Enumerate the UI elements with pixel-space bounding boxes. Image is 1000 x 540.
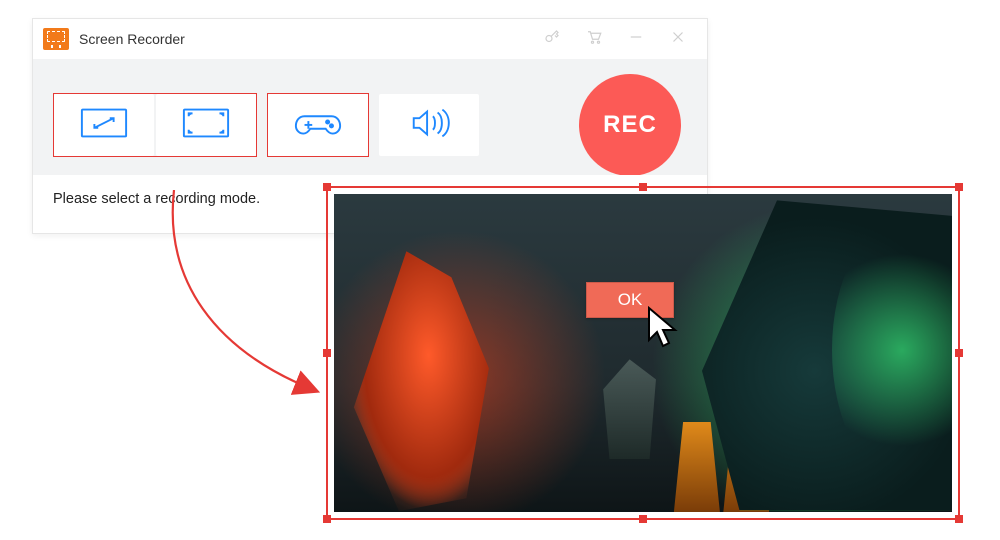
resize-handle-br[interactable] [955, 515, 963, 523]
resize-handle-tr[interactable] [955, 183, 963, 191]
region-select-icon [79, 106, 129, 145]
close-icon [669, 28, 687, 51]
resize-handle-tm[interactable] [639, 183, 647, 191]
cart-icon [585, 28, 603, 51]
mode-toolbar: REC [33, 59, 707, 175]
region-mode-group [53, 93, 257, 157]
resize-handle-ml[interactable] [323, 349, 331, 357]
capture-selection[interactable] [326, 186, 960, 520]
resize-handle-mr[interactable] [955, 349, 963, 357]
ok-button[interactable]: OK [586, 282, 674, 318]
audio-mode-button[interactable] [379, 94, 479, 156]
record-label: REC [603, 111, 657, 139]
region-mode-button[interactable] [54, 94, 154, 156]
store-button[interactable] [573, 19, 615, 59]
resize-handle-bm[interactable] [639, 515, 647, 523]
captured-content-preview [334, 194, 952, 512]
activate-key-button[interactable] [531, 19, 573, 59]
speaker-icon [408, 106, 450, 145]
resize-handle-tl[interactable] [323, 183, 331, 191]
key-icon [543, 28, 561, 51]
app-logo-icon [43, 28, 69, 50]
app-title: Screen Recorder [79, 31, 185, 47]
fullscreen-icon [181, 106, 231, 145]
minimize-icon [627, 28, 645, 51]
fullscreen-mode-button[interactable] [156, 94, 256, 156]
gamepad-icon [293, 106, 343, 145]
ok-label: OK [618, 290, 643, 310]
titlebar: Screen Recorder [33, 19, 707, 59]
game-mode-group [267, 93, 369, 157]
close-button[interactable] [657, 19, 699, 59]
game-mode-button[interactable] [268, 94, 368, 156]
record-button[interactable]: REC [579, 74, 681, 176]
minimize-button[interactable] [615, 19, 657, 59]
resize-handle-bl[interactable] [323, 515, 331, 523]
